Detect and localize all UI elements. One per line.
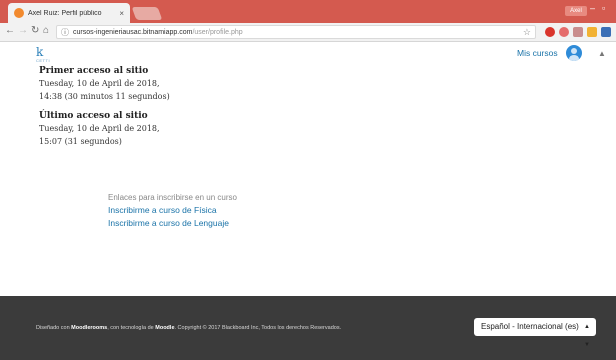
extension-pink-icon[interactable] — [559, 27, 569, 37]
logo-text: CETTI — [36, 58, 51, 63]
url-host: cursos-ingenieriausac.bitnamiapp.com — [73, 29, 193, 36]
url-path: /user/profile.php — [192, 29, 243, 36]
tab-title: Axel Ruiz: Perfil público — [28, 9, 102, 17]
last-access-section: Último acceso al sitio Tuesday, 10 de Ap… — [39, 110, 160, 148]
language-select[interactable]: Español - Internacional (es) ▲ ▼ — [474, 318, 596, 348]
extension-red-icon[interactable] — [545, 27, 555, 37]
browser-tab[interactable]: Axel Ruiz: Perfil público × — [8, 3, 130, 23]
maximize-icon[interactable]: ▫ — [602, 3, 605, 13]
logo-mark-icon: k — [36, 45, 44, 59]
moodle-link[interactable]: Moodle — [155, 325, 174, 331]
forward-icon[interactable]: → — [18, 25, 28, 36]
language-selected: Español - Internacional (es) — [481, 322, 579, 331]
reload-icon[interactable]: ↻ — [31, 25, 39, 36]
select-arrows-icon: ▲ ▼ — [584, 324, 590, 348]
extension-yellow-icon[interactable] — [587, 27, 597, 37]
my-courses-link[interactable]: Mis cursos — [517, 48, 558, 58]
last-access-time: 15:07 (31 segundos) — [39, 137, 122, 146]
extension-grid-icon[interactable] — [573, 27, 583, 37]
first-access-section: Primer acceso al sitio Tuesday, 10 de Ap… — [39, 65, 170, 103]
bookmark-star-icon[interactable]: ☆ — [523, 26, 531, 39]
home-icon[interactable]: ⌂ — [43, 25, 49, 36]
moodle-favicon-icon — [14, 8, 24, 18]
first-access-time: 14:38 (30 minutos 11 segundos) — [39, 92, 170, 101]
minimize-icon[interactable]: – — [590, 3, 595, 13]
enrol-heading: Enlaces para inscribirse en un curso — [108, 193, 237, 202]
browser-titlebar: Axel Ruiz: Perfil público × Axel – ▫ — [0, 0, 616, 23]
browser-toolbar: ← → ↻ ⌂ ⓘ cursos-ingenieriausac.bitnamia… — [0, 23, 616, 42]
footer-credits: Diseñado con Moodlerooms, con tecnología… — [36, 322, 346, 334]
back-icon[interactable]: ← — [5, 25, 15, 36]
notifications-bell-icon[interactable]: ▲ — [598, 49, 606, 58]
site-info-icon[interactable]: ⓘ — [61, 26, 69, 39]
footer-copyright: . Copyright © 2017 Blackboard Inc, Todos… — [174, 325, 342, 331]
site-logo[interactable]: k CETTI — [36, 46, 50, 63]
extension-blue-icon[interactable] — [601, 27, 611, 37]
enrol-links-section: Enlaces para inscribirse en un curso Ins… — [108, 191, 237, 230]
footer-prefix: Diseñado con — [36, 325, 72, 331]
first-access-title: Primer acceso al sitio — [39, 66, 149, 76]
new-tab-button[interactable] — [131, 7, 163, 20]
last-access-title: Último acceso al sitio — [39, 111, 148, 121]
last-access-date: Tuesday, 10 de April de 2018, — [39, 124, 160, 133]
close-tab-icon[interactable]: × — [119, 9, 124, 18]
enrol-language-link[interactable]: Inscribirme a curso de Lenguaje — [108, 217, 237, 230]
first-access-date: Tuesday, 10 de April de 2018, — [39, 79, 160, 88]
footer-middle: , con tecnología de — [107, 325, 156, 331]
enrol-physics-link[interactable]: Inscribirme a curso de Física — [108, 204, 237, 217]
address-bar[interactable]: ⓘ cursos-ingenieriausac.bitnamiapp.com/u… — [56, 25, 536, 39]
moodlerooms-link[interactable]: Moodlerooms — [71, 325, 107, 331]
browser-user-badge[interactable]: Axel — [565, 6, 587, 16]
user-avatar[interactable] — [566, 45, 582, 61]
